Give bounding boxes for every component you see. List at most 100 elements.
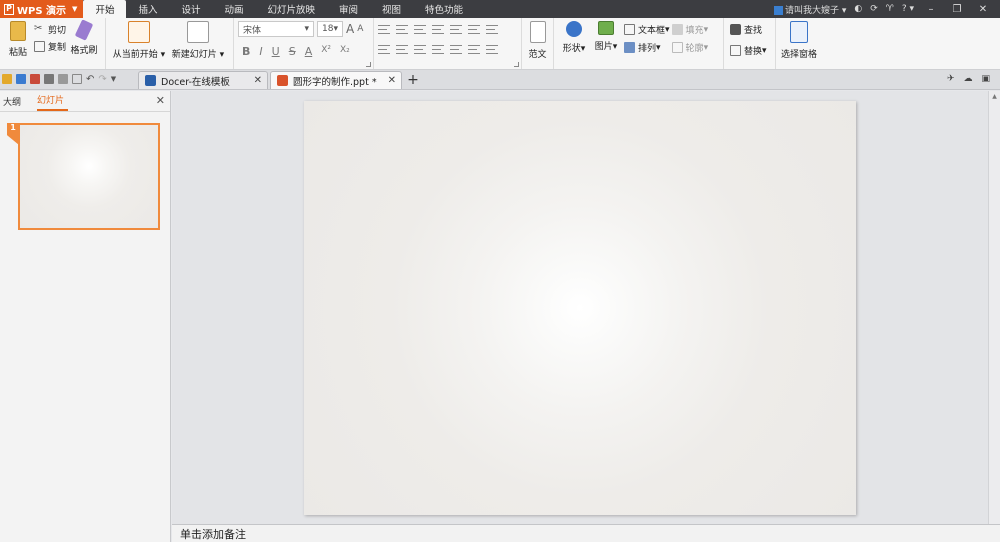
close-icon[interactable]: ✕ [974,4,992,15]
tab-review[interactable]: 审阅 [327,0,370,18]
shirt-icon[interactable]: ♈ [886,4,894,14]
drawing-small-col-2: 填充 ▾ 轮廓 ▾ [671,21,708,54]
underline-button[interactable]: U [272,45,280,58]
skin-icon[interactable]: ◐ [854,4,862,14]
distributed-icon[interactable] [450,45,462,54]
window-icon[interactable]: ▣ [981,74,990,84]
tab-bar-right: ✈ ☁ ▣ [947,69,1000,89]
replace-label: 替换 [744,47,763,57]
align-text-icon[interactable] [486,25,498,34]
tab-slideshow[interactable]: 幻灯片放映 [256,0,328,18]
strikethrough-button[interactable]: S [289,45,296,58]
doc-tab-presentation[interactable]: 圆形字的制作.ppt * ✕ [270,71,402,89]
subscript-button[interactable]: X₂ [340,45,350,58]
find-label: 查找 [744,26,763,36]
app-menu-button[interactable]: P WPS 演示 ▼ [0,0,84,18]
print-icon[interactable] [44,74,54,84]
play-from-current-button[interactable]: 从当前开始 ▾ [110,21,168,60]
grow-font-button[interactable]: A [346,22,354,36]
shrink-font-button[interactable]: A [357,24,363,34]
tab-view[interactable]: 视图 [370,0,413,18]
outline-button[interactable]: 轮廓 ▾ [671,41,708,54]
sync-icon[interactable]: ⟳ [870,4,878,14]
open-icon[interactable] [2,74,12,84]
template-group: 范文 [522,18,554,69]
justify-icon[interactable] [432,45,444,54]
close-panel-icon[interactable]: ✕ [156,94,165,107]
export-pdf-icon[interactable] [30,74,40,84]
shapes-button[interactable]: 形状▾ [558,21,590,54]
font-color-button[interactable]: A [305,45,313,58]
pin-icon[interactable]: ✈ [947,74,955,84]
close-tab-icon[interactable]: ✕ [388,75,396,86]
document-icon[interactable] [72,74,82,84]
find-button[interactable]: 查找 [730,23,767,36]
undo-icon[interactable]: ↶ [86,74,94,85]
tab-insert[interactable]: 插入 [126,0,169,18]
paste-button[interactable]: 粘贴 [4,21,32,58]
tab-special[interactable]: 特色功能 [413,0,475,18]
customize-toolbar-icon[interactable]: ▼ [111,75,116,83]
restore-icon[interactable]: ❐ [948,4,966,15]
align-center-icon[interactable] [396,45,408,54]
cloud-icon[interactable]: ☁ [963,74,972,84]
align-left-icon[interactable] [378,45,390,54]
slides-group: 从当前开始 ▾ 新建幻灯片 ▾ [106,18,234,69]
notes-area[interactable]: 单击添加备注 [172,524,1000,542]
print-preview-icon[interactable] [58,74,68,84]
copy-button[interactable]: 复制 [34,40,66,53]
paragraph-dialog-launcher[interactable] [514,62,519,67]
editing-group: 查找 替换 ▾ [724,18,776,69]
line-spacing-icon[interactable] [468,45,480,54]
textbox-button[interactable]: 文本框 ▾ [624,23,670,36]
paragraph-group [374,18,522,69]
selection-pane-button[interactable]: 选择窗格 [780,21,818,60]
doc-tab-docer[interactable]: Docer-在线模板 ✕ [138,71,268,89]
ppt-file-icon [277,75,288,86]
tab-outline[interactable]: 大纲 [3,95,25,111]
new-tab-button[interactable]: + [404,71,422,89]
increase-indent-icon[interactable] [432,25,444,34]
arrange-button[interactable]: 排列 ▾ [624,41,670,54]
font-size-select[interactable]: 18 ▾ [317,21,343,37]
new-slide-button[interactable]: 新建幻灯片 ▾ [168,21,228,60]
text-direction-icon[interactable] [450,25,462,34]
cut-button[interactable]: ✂ 剪切 [34,23,66,37]
font-name-select[interactable]: 宋体 ▾ [238,21,314,37]
tab-slides[interactable]: 幻灯片 [37,93,69,111]
numbered-list-icon[interactable] [396,25,408,34]
picture-button[interactable]: 图片▾ [590,21,622,52]
superscript-button[interactable]: X² [321,45,331,58]
scroll-up-icon[interactable]: ▲ [989,91,1000,100]
slide-thumbnail[interactable] [18,123,160,230]
decrease-indent-icon[interactable] [414,25,426,34]
vertical-scrollbar[interactable]: ▲ [988,91,1000,524]
close-tab-icon[interactable]: ✕ [254,75,262,86]
arrange-icon [624,42,635,53]
columns-icon[interactable] [468,25,480,34]
bullet-list-icon[interactable] [378,25,390,34]
save-icon[interactable] [16,74,26,84]
format-painter-label: 格式刷 [70,46,98,56]
replace-button[interactable]: 替换 ▾ [730,44,767,57]
align-right-icon[interactable] [414,45,426,54]
tab-design[interactable]: 设计 [169,0,212,18]
format-painter-button[interactable]: 格式刷 [68,19,100,56]
fill-label: 填充 [685,26,704,36]
bold-button[interactable]: B [242,45,250,58]
italic-button[interactable]: I [259,45,262,58]
play-slide-icon [128,21,150,43]
redo-icon[interactable]: ↷ [98,74,106,85]
help-icon[interactable]: ? ▾ [902,4,914,14]
outline-icon [671,42,683,53]
doc-tab-label: 圆形字的制作.ppt * [293,76,377,88]
tab-home[interactable]: 开始 [83,0,127,18]
template-button[interactable]: 范文 [526,21,549,60]
font-dialog-launcher[interactable] [366,62,371,67]
slide[interactable] [304,101,856,515]
user-account[interactable]: 请叫我大嫂子 ▾ [773,3,846,16]
minimize-icon[interactable]: – [922,4,940,15]
paragraph-spacing-icon[interactable] [486,45,498,54]
fill-button[interactable]: 填充 ▾ [671,23,708,36]
tab-animation[interactable]: 动画 [212,0,255,18]
